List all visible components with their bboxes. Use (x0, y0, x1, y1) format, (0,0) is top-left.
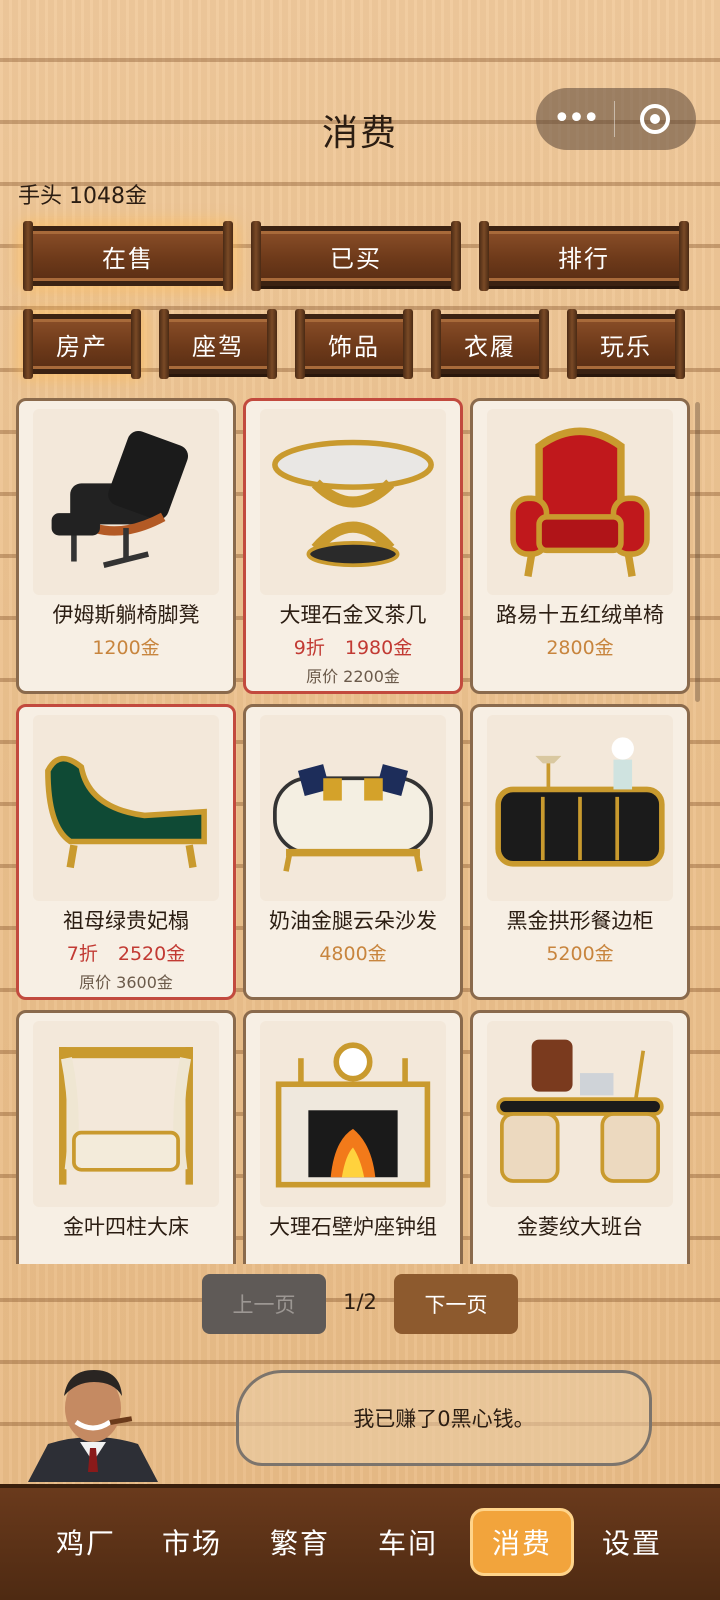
scrollbar[interactable] (695, 402, 700, 702)
more-menu-button[interactable]: ••• (536, 88, 614, 150)
balance-text: 手头 1048金 (18, 184, 147, 209)
product-name: 金菱纹大班台 (517, 1215, 643, 1239)
next-page-button[interactable]: 下一页 (394, 1274, 518, 1334)
product-card[interactable]: 伊姆斯躺椅脚凳 1200金 (16, 398, 236, 694)
sideboard-icon (487, 715, 673, 901)
product-price: 5200金 (546, 943, 614, 965)
canopy-bed-icon (33, 1021, 219, 1207)
tab-bought[interactable]: 已买 (251, 221, 461, 291)
close-circle-icon (640, 104, 670, 134)
product-price: 1200金 (92, 637, 160, 659)
product-price: 2800金 (546, 637, 614, 659)
chaise-icon (33, 715, 219, 901)
tab-on-sale[interactable]: 在售 (23, 221, 233, 291)
original-price: 原价 2200金 (306, 667, 400, 686)
category-vehicle[interactable]: 座驾 (159, 309, 277, 379)
product-card[interactable]: 大理石金叉茶几 9折 1980金 原价 2200金 (243, 398, 463, 694)
product-price: 1980金 (344, 637, 413, 659)
nav-item-breeding[interactable]: 繁育 (248, 1508, 352, 1576)
category-entertainment[interactable]: 玩乐 (567, 309, 685, 379)
lounge-chair-icon (33, 409, 219, 595)
product-card[interactable]: 奶油金腿云朵沙发 4800金 (243, 704, 463, 1000)
close-button[interactable] (615, 104, 695, 134)
nav-item-market[interactable]: 市场 (140, 1508, 244, 1576)
product-price: 4800金 (319, 943, 387, 965)
product-price: 2520金 (117, 943, 186, 965)
boss-avatar (18, 1352, 168, 1482)
product-sale-price: 7折 2520金 (19, 939, 233, 966)
mini-program-capsule: ••• (536, 88, 696, 150)
product-name: 大理石壁炉座钟组 (269, 1215, 437, 1239)
page-indicator: 1/2 (343, 1290, 377, 1314)
product-sale-price: 9折 1980金 (246, 633, 460, 660)
armchair-icon (487, 409, 673, 595)
product-name: 大理石金叉茶几 (279, 603, 427, 627)
product-name: 祖母绿贵妃榻 (63, 909, 189, 933)
desk-icon (487, 1021, 673, 1207)
original-price: 原价 3600金 (79, 973, 173, 992)
category-clothing[interactable]: 衣履 (431, 309, 549, 379)
product-name: 伊姆斯躺椅脚凳 (52, 603, 200, 627)
nav-item-chicken-farm[interactable]: 鸡厂 (34, 1508, 138, 1576)
product-card[interactable]: 路易十五红绒单椅 2800金 (470, 398, 690, 694)
category-accessory[interactable]: 饰品 (295, 309, 413, 379)
coffee-table-icon (260, 409, 446, 595)
product-name: 奶油金腿云朵沙发 (269, 909, 437, 933)
nav-item-consume[interactable]: 消费 (470, 1508, 574, 1576)
product-card[interactable]: 黑金拱形餐边柜 5200金 (470, 704, 690, 1000)
product-name: 金叶四柱大床 (63, 1215, 189, 1239)
sofa-icon (260, 715, 446, 901)
bottom-nav: 鸡厂 市场 繁育 车间 消费 设置 (0, 1484, 720, 1600)
product-card[interactable]: 大理石壁炉座钟组 (243, 1010, 463, 1264)
tab-ranking[interactable]: 排行 (479, 221, 689, 291)
discount-badge: 7折 (66, 943, 98, 965)
product-name: 路易十五红绒单椅 (496, 603, 664, 627)
product-grid: 伊姆斯躺椅脚凳 1200金 大理石金叉茶几 9折 1980金 原价 2200金 路… (16, 398, 702, 1264)
fireplace-icon (260, 1021, 446, 1207)
product-name: 黑金拱形餐边柜 (506, 909, 654, 933)
discount-badge: 9折 (293, 637, 325, 659)
product-card[interactable]: 金菱纹大班台 (470, 1010, 690, 1264)
nav-item-workshop[interactable]: 车间 (356, 1508, 460, 1576)
product-card[interactable]: 金叶四柱大床 (16, 1010, 236, 1264)
nav-item-settings[interactable]: 设置 (580, 1508, 684, 1576)
speech-bubble: 我已赚了0黑心钱。 (236, 1370, 652, 1466)
product-card[interactable]: 祖母绿贵妃榻 7折 2520金 原价 3600金 (16, 704, 236, 1000)
category-property[interactable]: 房产 (23, 309, 141, 379)
prev-page-button[interactable]: 上一页 (202, 1274, 326, 1334)
